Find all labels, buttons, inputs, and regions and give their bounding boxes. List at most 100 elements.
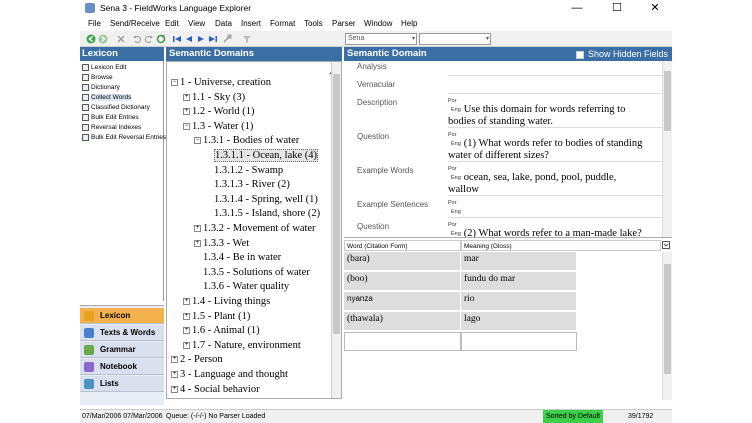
filter-icon[interactable]	[242, 34, 252, 44]
column-chooser-icon[interactable]	[662, 241, 670, 249]
table-cell-word[interactable]: (bara)	[344, 252, 461, 271]
table-cell-word[interactable]: nyanza	[344, 292, 461, 311]
menu-file[interactable]: File	[88, 19, 101, 28]
menu-window[interactable]: Window	[364, 19, 392, 28]
menu-insert[interactable]: Insert	[241, 19, 261, 28]
collapse-icon[interactable]: −	[171, 79, 178, 87]
table-cell-gloss[interactable]: lago	[461, 312, 577, 331]
minimize-button[interactable]: —	[564, 0, 590, 17]
last-record-icon[interactable]	[208, 34, 218, 44]
menu-edit[interactable]: Edit	[165, 19, 179, 28]
tree-node[interactable]: +2 - Person	[171, 353, 223, 367]
view-item-reversal-indexes[interactable]: Reversal Indexes	[82, 123, 141, 133]
tree-node[interactable]: +1.2 - World (1)	[183, 105, 255, 119]
scrollbar-thumb[interactable]	[333, 74, 340, 334]
tree-node[interactable]: 1.3.1.2 - Swamp	[205, 164, 283, 178]
forward-icon[interactable]	[98, 34, 108, 44]
area-tab-grammar[interactable]: Grammar	[80, 342, 164, 358]
show-hidden-fields-toggle[interactable]: Show Hidden Fields	[575, 47, 668, 61]
tree-node[interactable]: 1.3.1.3 - River (2)	[205, 178, 290, 192]
writing-system-combo[interactable]: Sena ▾	[345, 33, 417, 45]
expand-icon[interactable]: +	[183, 312, 190, 320]
field-value[interactable]: Por Eng (2) What words refer to a man-made…	[448, 222, 662, 237]
tree-node[interactable]: +1.6 - Animal (1)	[183, 324, 260, 338]
menu-send-receive[interactable]: Send/Receive	[110, 19, 160, 28]
area-tab-notebook[interactable]: Notebook	[80, 359, 164, 375]
tree-node[interactable]: −1 - Universe, creation	[171, 76, 271, 90]
undo-icon[interactable]	[132, 34, 142, 44]
menu-view[interactable]: View	[188, 19, 205, 28]
view-item-lexicon-edit[interactable]: Lexicon Edit	[82, 63, 126, 73]
view-item-browse[interactable]: Browse	[82, 73, 113, 83]
tree-node[interactable]: 1.3.1.5 - Island, shore (2)	[205, 207, 320, 221]
tree-node[interactable]: 1.3.1.1 - Ocean, lake (4)	[205, 149, 319, 163]
tree-node[interactable]: +1.3.2 - Movement of water	[194, 222, 316, 236]
table-cell-word[interactable]	[344, 332, 461, 351]
tree-node[interactable]: +1.1 - Sky (3)	[183, 91, 245, 105]
tree-node[interactable]: 1.3.6 - Water quality	[194, 280, 289, 294]
browse-scrollbar[interactable]	[662, 252, 672, 400]
field-value[interactable]: Por Eng	[448, 200, 662, 218]
expand-icon[interactable]: +	[194, 225, 201, 233]
view-item-classified-dictionary[interactable]: Classified Dictionary	[82, 103, 150, 113]
scrollbar-thumb[interactable]	[664, 264, 671, 374]
table-cell-gloss[interactable]: fundu do mar	[461, 272, 577, 291]
tree-node[interactable]: −1.3.1 - Bodies of water	[194, 134, 299, 148]
menu-help[interactable]: Help	[401, 19, 417, 28]
tree-node[interactable]: +1.3.3 - Wet	[194, 237, 249, 251]
collapse-icon[interactable]: −	[194, 137, 201, 145]
tree-node[interactable]: +1.5 - Plant (1)	[183, 310, 250, 324]
field-value[interactable]: Por Eng ocean, sea, lake, pond, pool, pudd…	[448, 166, 662, 196]
table-cell-gloss[interactable]: mar	[461, 252, 577, 271]
column-header-word[interactable]: Word (Citation Form)	[344, 240, 461, 251]
area-tab-lists[interactable]: Lists	[80, 376, 164, 392]
view-item-collect-words[interactable]: Collect Words	[82, 93, 132, 103]
checkbox-icon[interactable]	[575, 50, 584, 59]
tree-node[interactable]: +3 - Language and thought	[171, 368, 288, 382]
tree-node[interactable]: 1.3.5 - Solutions of water	[194, 266, 310, 280]
table-cell-word[interactable]: (thawala)	[344, 312, 461, 331]
field-value[interactable]: Por Eng Use this domain for words referrin…	[448, 98, 662, 128]
menu-format[interactable]: Format	[270, 19, 295, 28]
expand-icon[interactable]: +	[171, 385, 178, 393]
expand-icon[interactable]: +	[171, 356, 178, 364]
tree-node[interactable]: +4 - Social behavior	[171, 383, 260, 397]
next-record-icon[interactable]	[196, 34, 206, 44]
view-item-dictionary[interactable]: Dictionary	[82, 83, 120, 93]
area-tab-lexicon[interactable]: Lexicon	[80, 308, 164, 324]
scrollbar-thumb[interactable]	[664, 71, 671, 131]
field-value[interactable]: Por Eng (1) What words refer to bodies of …	[448, 132, 662, 162]
back-icon[interactable]	[86, 34, 96, 44]
refresh-icon[interactable]	[156, 34, 166, 44]
expand-icon[interactable]: +	[171, 371, 178, 379]
view-item-bulk-edit-entries[interactable]: Bulk Edit Entries	[82, 113, 139, 123]
tree-scrollbar[interactable]	[331, 62, 341, 398]
style-combo[interactable]: ▾	[419, 33, 491, 45]
first-record-icon[interactable]	[172, 34, 182, 44]
delete-icon[interactable]	[116, 34, 126, 44]
area-tab-texts-words[interactable]: Texts & Words	[80, 325, 164, 341]
expand-icon[interactable]: +	[183, 108, 190, 116]
column-header-gloss[interactable]: Meaning (Gloss)	[461, 240, 661, 251]
close-button[interactable]: ✕	[642, 0, 668, 17]
expand-icon[interactable]: +	[183, 93, 190, 101]
previous-record-icon[interactable]	[184, 34, 194, 44]
tree-node[interactable]: −1.3 - Water (1)	[183, 120, 253, 134]
link-icon[interactable]	[222, 34, 232, 44]
table-cell-gloss[interactable]	[461, 332, 577, 351]
tree-node[interactable]: +1.7 - Nature, environment	[183, 339, 301, 353]
expand-icon[interactable]: +	[183, 327, 190, 335]
expand-icon[interactable]: +	[183, 298, 190, 306]
collapse-icon[interactable]: −	[183, 122, 190, 130]
table-cell-word[interactable]: (boo)	[344, 272, 461, 291]
view-item-bulk-edit-reversal-entries[interactable]: Bulk Edit Reversal Entries	[82, 133, 166, 143]
field-value[interactable]	[448, 80, 662, 94]
table-cell-gloss[interactable]: rio	[461, 292, 577, 311]
menu-parser[interactable]: Parser	[332, 19, 356, 28]
menu-data[interactable]: Data	[215, 19, 232, 28]
menu-tools[interactable]: Tools	[304, 19, 323, 28]
expand-icon[interactable]: +	[183, 341, 190, 349]
tree-node[interactable]: 1.3.4 - Be in water	[194, 251, 281, 265]
tree-node[interactable]: +1.4 - Living things	[183, 295, 270, 309]
expand-icon[interactable]: +	[194, 239, 201, 247]
